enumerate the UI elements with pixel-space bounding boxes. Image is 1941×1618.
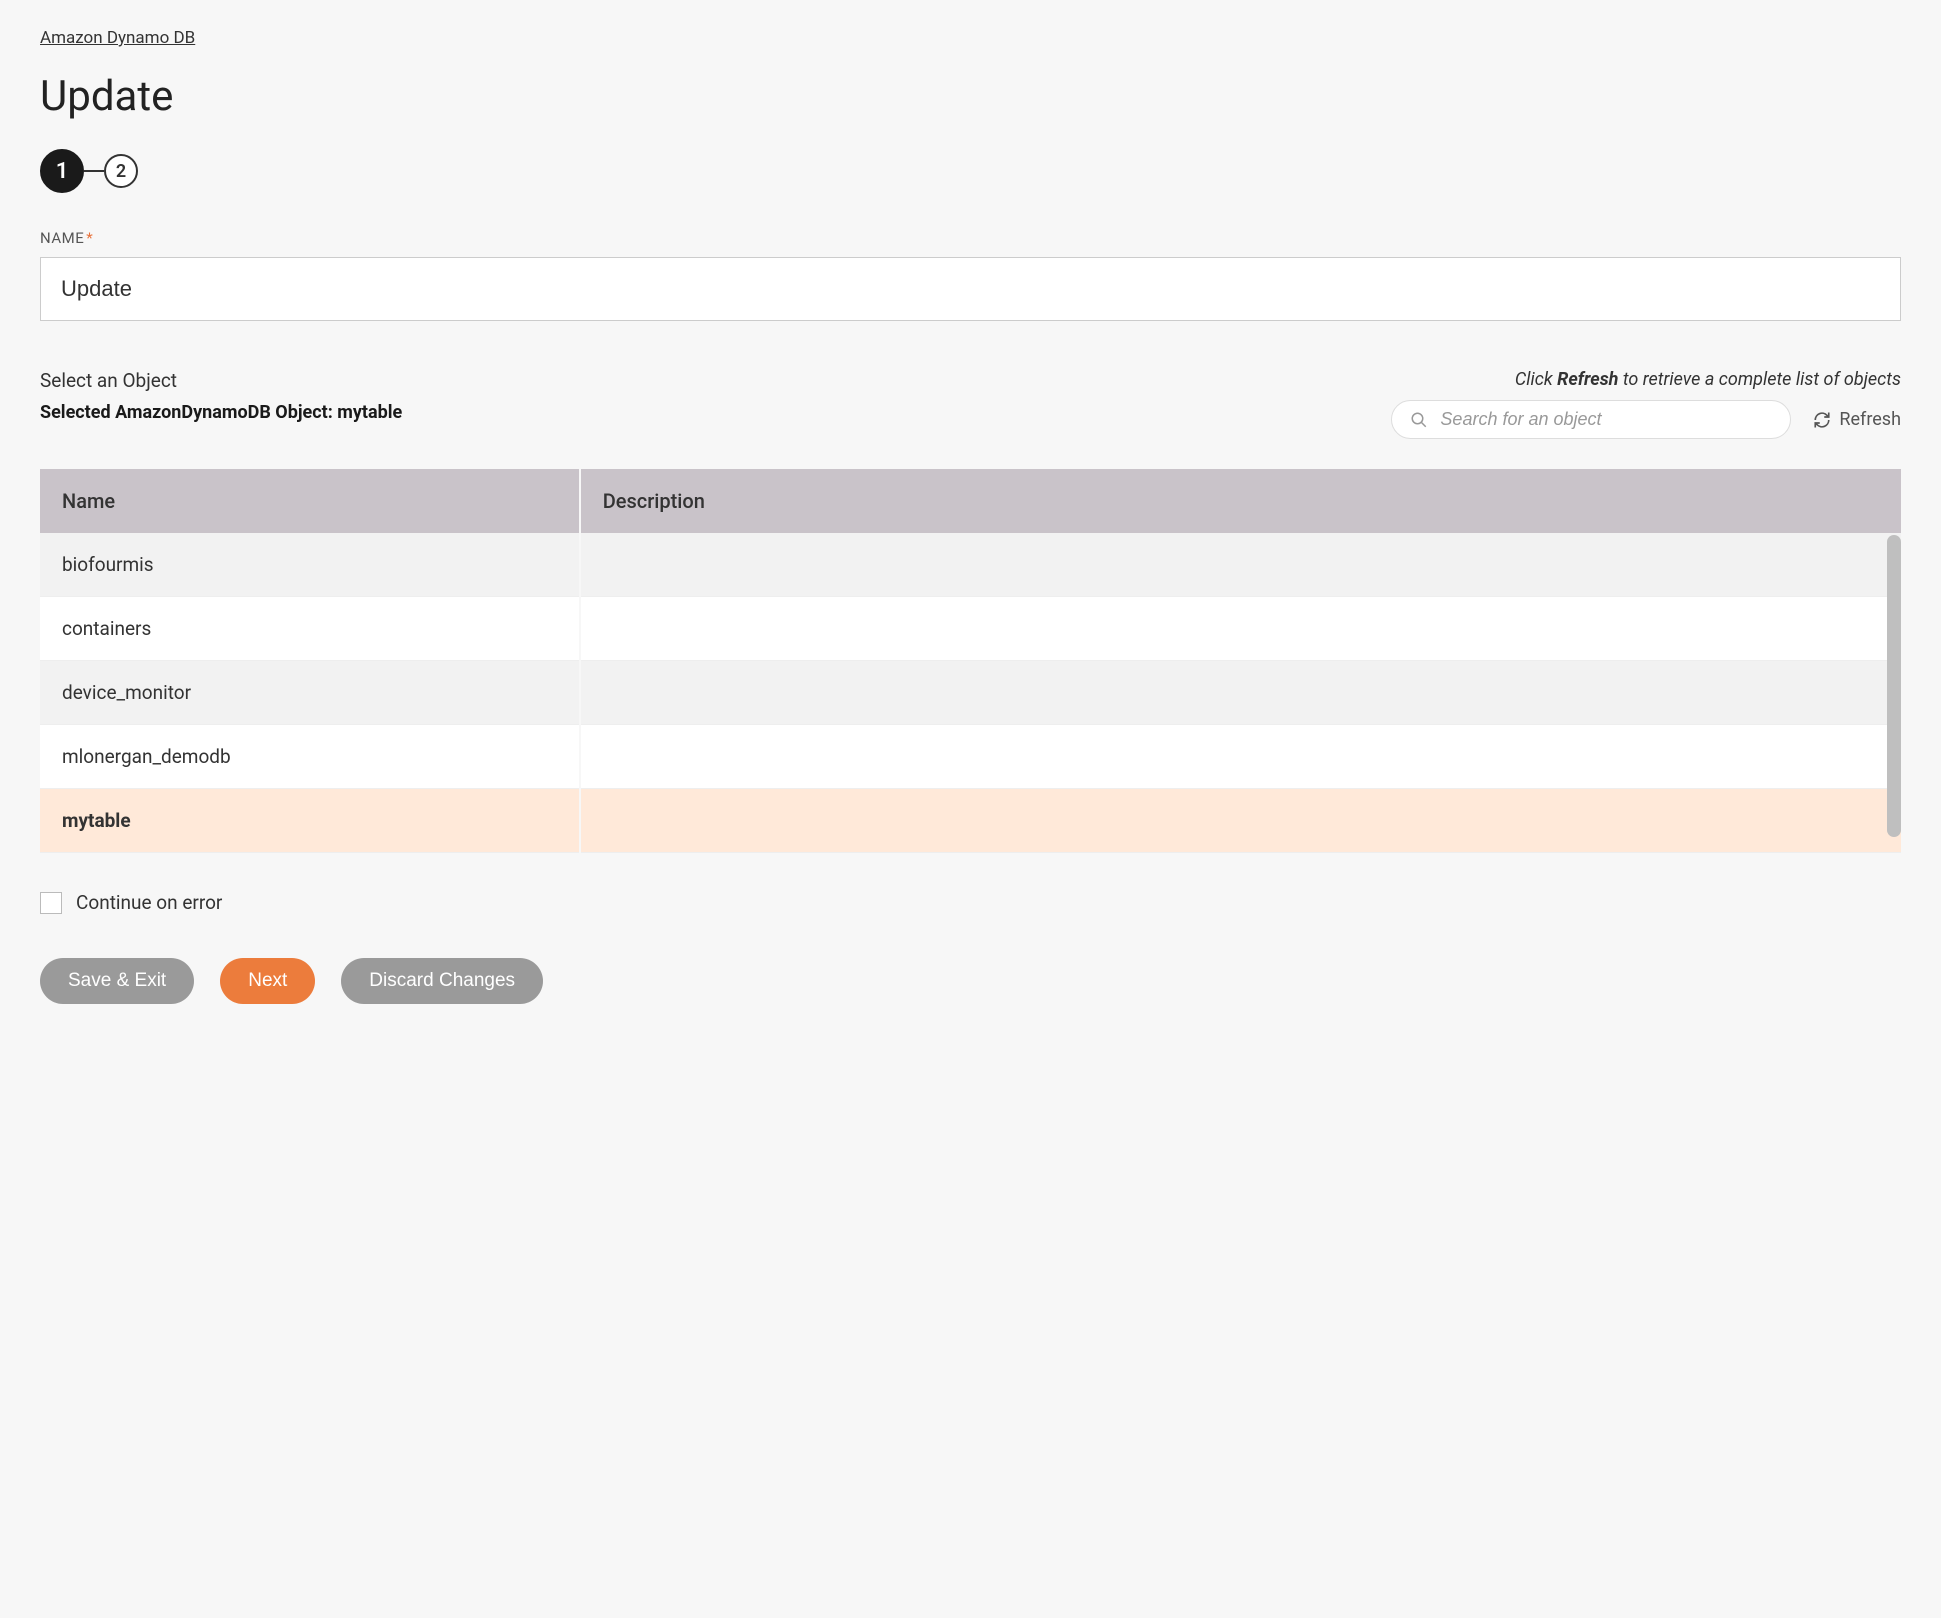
next-button[interactable]: Next [220,958,315,1004]
required-asterisk: * [86,229,93,247]
search-input[interactable] [1440,409,1772,430]
refresh-hint: Click Refresh to retrieve a complete lis… [1515,369,1901,390]
cell-name: mlonergan_demodb [40,725,580,789]
col-header-name[interactable]: Name [40,469,580,533]
save-exit-button[interactable]: Save & Exit [40,958,194,1004]
cell-description [580,533,1901,597]
table-row[interactable]: containers [40,597,1901,661]
refresh-icon [1813,411,1831,429]
name-field-label: NAME* [40,229,1901,247]
cell-name: device_monitor [40,661,580,725]
table-row[interactable]: biofourmis [40,533,1901,597]
continue-on-error-checkbox[interactable] [40,892,62,914]
page-title: Update [40,72,1901,121]
stepper: 1 2 [40,149,1901,193]
continue-on-error-label: Continue on error [76,891,222,914]
step-2[interactable]: 2 [104,154,138,188]
name-input[interactable] [40,257,1901,321]
cell-name: biofourmis [40,533,580,597]
col-header-description[interactable]: Description [580,469,1901,533]
refresh-button[interactable]: Refresh [1813,409,1901,430]
step-connector [84,170,104,172]
cell-name: mytable [40,789,580,853]
cell-description [580,789,1901,853]
step-1[interactable]: 1 [40,149,84,193]
selected-object-text: Selected AmazonDynamoDB Object: mytable [40,402,1371,423]
cell-description [580,661,1901,725]
table-row[interactable]: device_monitor [40,661,1901,725]
cell-description [580,597,1901,661]
table-row[interactable]: mlonergan_demodb [40,725,1901,789]
breadcrumb-link[interactable]: Amazon Dynamo DB [40,28,195,48]
select-object-label: Select an Object [40,369,1371,392]
scrollbar-thumb[interactable] [1887,535,1901,837]
scrollbar[interactable] [1887,535,1901,853]
object-table: Name Description biofourmiscontainersdev… [40,469,1901,853]
table-row[interactable]: mytable [40,789,1901,853]
discard-button[interactable]: Discard Changes [341,958,543,1004]
object-table-wrap: Name Description biofourmiscontainersdev… [40,469,1901,853]
search-icon [1410,411,1428,429]
cell-description [580,725,1901,789]
cell-name: containers [40,597,580,661]
search-box[interactable] [1391,400,1791,439]
